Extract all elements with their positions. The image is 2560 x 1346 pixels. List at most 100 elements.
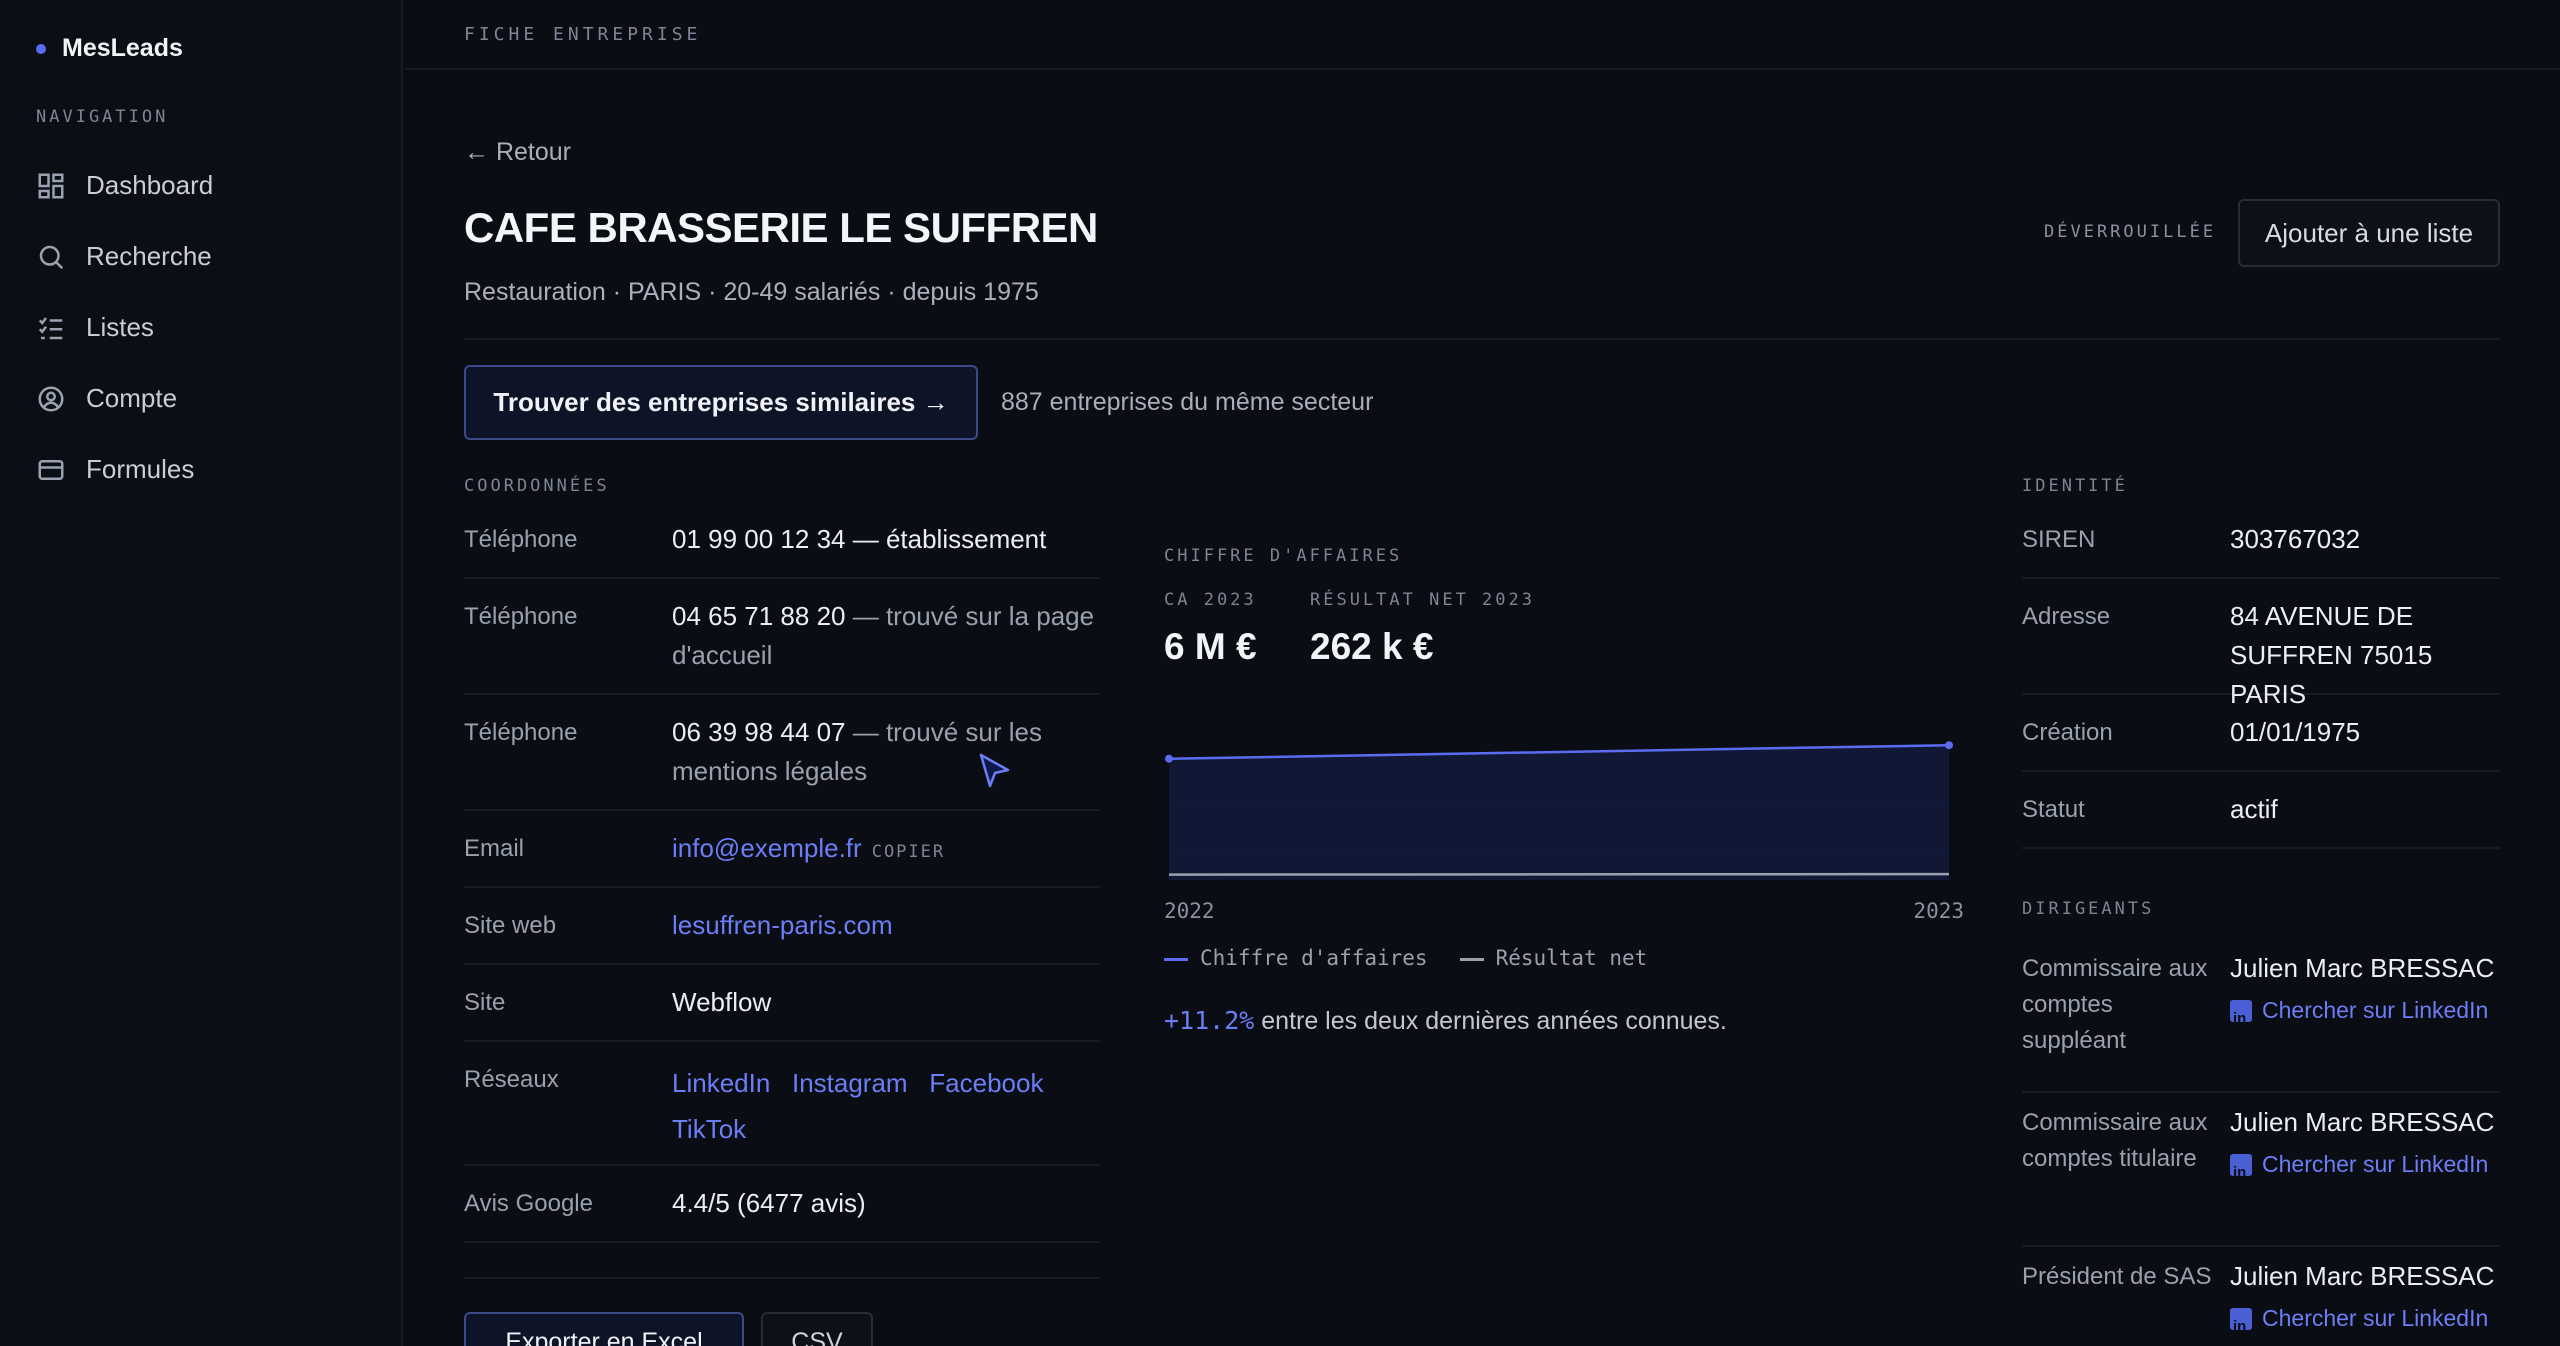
export-excel-button[interactable]: Exporter en Excel bbox=[464, 1312, 744, 1346]
sidebar-item-label: Compte bbox=[86, 383, 178, 413]
sidebar: MesLeads NAVIGATION Dashboard Recherche … bbox=[0, 0, 403, 1346]
brand-name: MesLeads bbox=[62, 34, 183, 62]
table-row: Email info@exemple.fr COPIER bbox=[464, 811, 1100, 888]
linkedin-icon bbox=[2230, 1000, 2252, 1037]
legend-item-net: Résultat net bbox=[1459, 946, 1648, 971]
email-link[interactable]: info@exemple.fr bbox=[672, 833, 862, 863]
contact-section-label: COORDONNÉES bbox=[464, 476, 610, 496]
row-label: Téléphone bbox=[464, 719, 578, 746]
sidebar-item-label: Dashboard bbox=[86, 170, 214, 200]
ca-label: CA 2023 bbox=[1164, 590, 1257, 610]
page-section-title: FICHE ENTREPRISE bbox=[464, 24, 702, 45]
legend-swatch bbox=[1459, 957, 1484, 961]
row-value: info@exemple.fr COPIER bbox=[672, 829, 1100, 872]
tiktok-link[interactable]: TikTok bbox=[672, 1114, 746, 1144]
export-csv-button[interactable]: CSV bbox=[761, 1312, 873, 1346]
instagram-link[interactable]: Instagram bbox=[792, 1068, 908, 1098]
copy-button[interactable]: COPIER bbox=[872, 842, 945, 862]
brand-dot-icon bbox=[36, 43, 46, 54]
back-link[interactable]: ← Retour bbox=[464, 138, 571, 167]
linkedin-icon bbox=[2230, 1308, 2252, 1345]
sidebar-item-label: Formules bbox=[86, 454, 195, 484]
finance-chart: 2022 2023 bbox=[1164, 741, 1964, 923]
data-point bbox=[1945, 741, 1953, 750]
find-similar-button[interactable]: Trouver des entreprises similaires → bbox=[464, 365, 978, 440]
linkedin-search-link[interactable]: Chercher sur LinkedIn bbox=[2230, 992, 2500, 1037]
table-row: Téléphone 04 65 71 88 20 — trouvé sur la… bbox=[464, 579, 1100, 695]
dirigeant-role: Commissaire aux comptes suppléant bbox=[2022, 955, 2208, 1054]
status-badge: DÉVERROUILLÉE bbox=[2044, 222, 2217, 242]
dirigeants-section-label: DIRIGEANTS bbox=[2022, 899, 2155, 919]
table-row: Adresse 84 AVENUE DE SUFFREN 75015 PARIS bbox=[2022, 579, 2500, 709]
chart-legend: Chiffre d'affaires Résultat net bbox=[1164, 946, 1647, 971]
facebook-link[interactable]: Facebook bbox=[929, 1068, 1043, 1098]
row-value: 06 39 98 44 07 — trouvé sur les mentions… bbox=[672, 713, 1100, 791]
row-label: Statut bbox=[2022, 796, 2085, 823]
linkedin-search-label: Chercher sur LinkedIn bbox=[2262, 997, 2489, 1023]
identity-table: SIREN 303767032 Adresse 84 AVENUE DE SUF… bbox=[2022, 502, 2500, 1346]
phone-note: — établissement bbox=[845, 524, 1047, 554]
grid-icon bbox=[38, 173, 64, 198]
sidebar-item-formules[interactable]: Formules bbox=[36, 434, 213, 505]
dirigeant-role: Président de SAS bbox=[2022, 1263, 2212, 1290]
phone-number[interactable]: 01 99 00 12 34 bbox=[672, 524, 846, 554]
row-value: 303767032 bbox=[2230, 524, 2361, 554]
linkedin-search-label: Chercher sur LinkedIn bbox=[2262, 1305, 2489, 1331]
dirigeant-info: Julien Marc BRESSAC Chercher sur LinkedI… bbox=[2230, 949, 2500, 1037]
row-label: Téléphone bbox=[464, 526, 578, 553]
sidebar-item-recherche[interactable]: Recherche bbox=[36, 221, 213, 292]
growth-percent: +11.2% bbox=[1164, 1006, 1255, 1035]
sidebar-item-label: Recherche bbox=[86, 241, 212, 271]
legend-label: Chiffre d'affaires bbox=[1200, 946, 1428, 970]
sidebar-item-label: Listes bbox=[86, 312, 154, 342]
table-row: Site Webflow bbox=[464, 965, 1100, 1042]
dirigeant-row: Commissaire aux comptes suppléant Julien… bbox=[2022, 939, 2500, 1093]
sidebar-nav: Dashboard Recherche Listes Compte Formul… bbox=[36, 150, 213, 505]
net-value: 262 k € bbox=[1310, 626, 1434, 667]
row-label: Email bbox=[464, 835, 525, 862]
table-row: Création 01/01/1975 bbox=[2022, 695, 2500, 772]
linkedin-search-link[interactable]: Chercher sur LinkedIn bbox=[2230, 1300, 2500, 1345]
sidebar-item-listes[interactable]: Listes bbox=[36, 292, 213, 363]
ca-value: 6 M € bbox=[1164, 626, 1257, 667]
row-value: 01/01/1975 bbox=[2230, 717, 2361, 747]
brand[interactable]: MesLeads bbox=[36, 34, 183, 63]
row-label: Téléphone bbox=[464, 603, 578, 630]
dirigeant-row: Commissaire aux comptes titulaire Julien… bbox=[2022, 1093, 2500, 1247]
table-row: Statut actif bbox=[2022, 772, 2500, 849]
sidebar-item-dashboard[interactable]: Dashboard bbox=[36, 150, 213, 221]
search-icon bbox=[39, 245, 64, 269]
divider bbox=[464, 1243, 1100, 1279]
website-link[interactable]: lesuffren-paris.com bbox=[672, 910, 893, 940]
net-label: RÉSULTAT NET 2023 bbox=[1310, 590, 1535, 610]
dirigeant-row: Président de SAS Julien Marc BRESSAC Che… bbox=[2022, 1247, 2500, 1346]
linkedin-search-link[interactable]: Chercher sur LinkedIn bbox=[2230, 1146, 2500, 1191]
dirigeant-name: Julien Marc BRESSAC bbox=[2230, 1261, 2495, 1291]
company-subtitle: Restauration · PARIS · 20-49 salariés · … bbox=[464, 278, 1039, 306]
dirigeant-name: Julien Marc BRESSAC bbox=[2230, 1107, 2495, 1137]
add-to-list-button[interactable]: Ajouter à une liste bbox=[2238, 199, 2500, 267]
table-row: Réseaux LinkedIn Instagram Facebook TikTo… bbox=[464, 1042, 1100, 1166]
row-label: Site web bbox=[464, 912, 557, 939]
dirigeant-info: Julien Marc BRESSAC Chercher sur LinkedI… bbox=[2230, 1257, 2500, 1345]
row-label: Avis Google bbox=[464, 1190, 593, 1217]
table-row: SIREN 303767032 bbox=[2022, 502, 2500, 579]
mouse-cursor-icon bbox=[979, 753, 1010, 788]
x-tick-label: 2023 bbox=[1913, 899, 1964, 923]
linkedin-link[interactable]: LinkedIn bbox=[672, 1068, 770, 1098]
row-label: Création bbox=[2022, 719, 2113, 746]
similar-count: 887 entreprises du même secteur bbox=[1001, 388, 1374, 416]
nav-section-label: NAVIGATION bbox=[36, 107, 169, 127]
legend-label: Résultat net bbox=[1495, 946, 1648, 970]
sidebar-item-compte[interactable]: Compte bbox=[36, 363, 213, 434]
row-value: lesuffren-paris.com bbox=[672, 906, 1100, 945]
linkedin-icon bbox=[2230, 1154, 2252, 1191]
table-row: Avis Google 4.4/5 (6477 avis) bbox=[464, 1166, 1100, 1243]
card-icon bbox=[38, 459, 64, 480]
divider bbox=[464, 338, 2500, 340]
social-links: LinkedIn Instagram Facebook TikTok bbox=[672, 1060, 1100, 1152]
phone-number[interactable]: 06 39 98 44 07 bbox=[672, 717, 846, 747]
table-row: Téléphone 01 99 00 12 34 — établissement bbox=[464, 502, 1100, 579]
phone-number[interactable]: 04 65 71 88 20 bbox=[672, 601, 846, 631]
list-check-icon bbox=[38, 316, 63, 339]
